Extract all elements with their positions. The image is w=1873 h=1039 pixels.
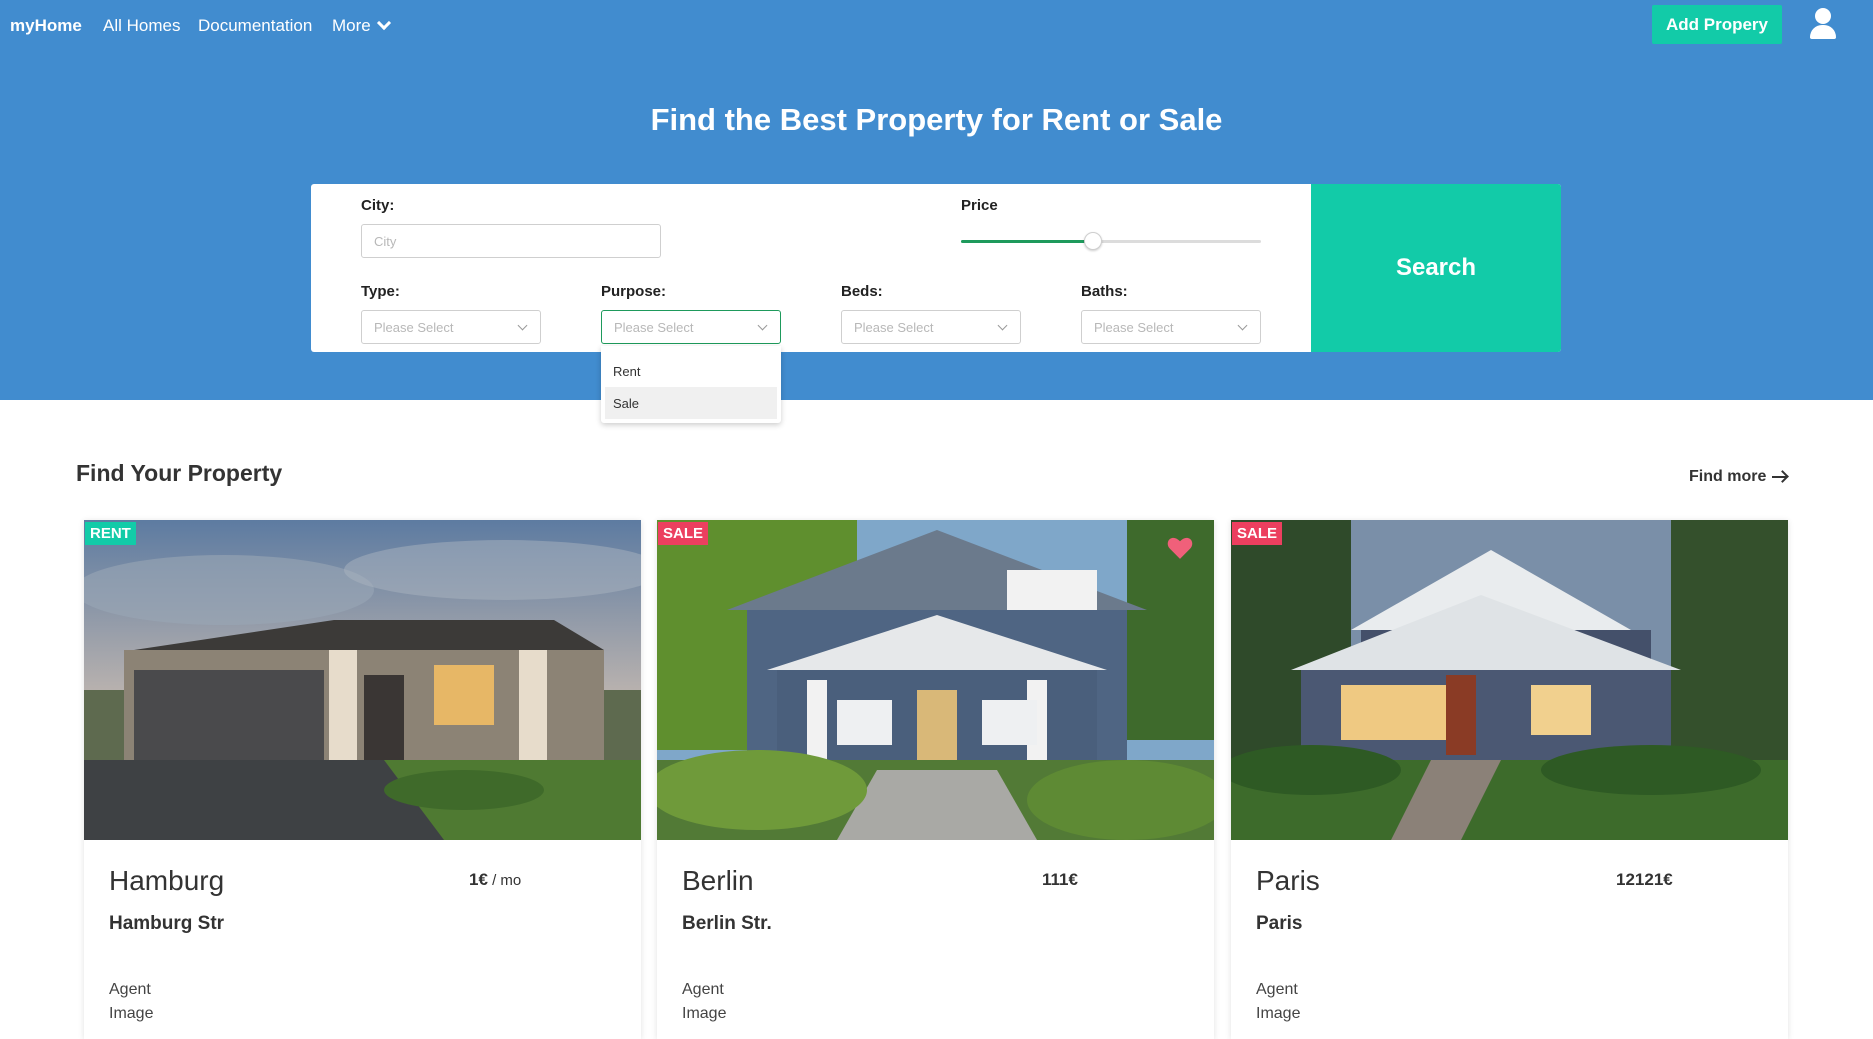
nav-more-menu[interactable]: More	[332, 15, 391, 36]
price-value: 111€	[1042, 870, 1078, 889]
price-slider[interactable]	[961, 232, 1261, 250]
property-card[interactable]: RENT Hamburg 1€ / mo Hamburg Str Agent I…	[84, 520, 641, 1039]
user-icon-head	[1815, 8, 1831, 24]
baths-select-value: Please Select	[1094, 319, 1174, 335]
agent-block: Agent Image	[109, 978, 153, 1026]
agent-image-label: Image	[1256, 1005, 1301, 1022]
price-period: / mo	[487, 872, 522, 889]
price-slider-thumb[interactable]	[1084, 232, 1102, 250]
purpose-select-value: Please Select	[614, 319, 694, 335]
price-value: 12121€	[1616, 870, 1673, 889]
nav-more-label: More	[332, 16, 371, 35]
property-city: Hamburg	[109, 865, 225, 896]
purpose-select[interactable]: Please Select	[601, 310, 781, 344]
chevron-down-icon	[376, 15, 391, 31]
property-price: 1€ / mo	[469, 870, 521, 890]
city-input[interactable]	[361, 224, 661, 258]
sale-badge: SALE	[658, 522, 709, 545]
chevron-down-icon	[517, 320, 528, 331]
property-image[interactable]: RENT	[84, 520, 641, 840]
property-city: Paris	[1256, 865, 1320, 896]
search-button[interactable]: Search	[1311, 184, 1561, 352]
property-price: 12121€	[1616, 870, 1673, 890]
property-image[interactable]: SALE	[657, 520, 1214, 840]
rent-badge: RENT	[85, 522, 136, 545]
hero-banner: myHome All Homes Documentation More Add …	[0, 0, 1873, 400]
sale-badge: SALE	[1232, 522, 1283, 545]
type-select[interactable]: Please Select	[361, 310, 541, 344]
brand-logo[interactable]: myHome	[10, 16, 82, 36]
type-label: Type:	[361, 283, 400, 300]
purpose-dropdown-menu: Rent Sale	[601, 346, 781, 423]
purpose-option-sale[interactable]: Sale	[605, 387, 777, 419]
find-more-label: Find more	[1689, 468, 1767, 485]
baths-select[interactable]: Please Select	[1081, 310, 1261, 344]
add-property-button[interactable]: Add Propery	[1652, 5, 1782, 44]
baths-label: Baths:	[1081, 283, 1128, 300]
price-value: 1€	[469, 870, 488, 889]
beds-select-value: Please Select	[854, 319, 934, 335]
purpose-option-rent[interactable]: Rent	[605, 355, 777, 387]
nav-link-documentation[interactable]: Documentation	[198, 16, 312, 36]
property-card[interactable]: SALE Berlin 111€ Berlin Str. Agent Image	[657, 520, 1214, 1039]
agent-label: Agent	[1256, 981, 1298, 998]
purpose-label: Purpose:	[601, 283, 667, 300]
property-street: Hamburg Str	[109, 913, 225, 934]
property-price: 111€	[1042, 870, 1078, 890]
beds-label: Beds:	[841, 283, 883, 300]
user-icon-body	[1810, 25, 1836, 39]
agent-label: Agent	[109, 981, 151, 998]
city-label: City:	[361, 197, 395, 214]
find-more-link[interactable]: Find more	[1689, 468, 1787, 486]
property-card[interactable]: SALE Paris 12121€ Paris Agent Image	[1231, 520, 1788, 1039]
agent-block: Agent Image	[1256, 978, 1300, 1026]
user-account-icon[interactable]	[1808, 6, 1838, 40]
chevron-down-icon	[757, 320, 768, 331]
heart-icon[interactable]	[1167, 536, 1193, 560]
property-street: Paris	[1256, 913, 1303, 934]
price-slider-fill	[961, 240, 1093, 243]
property-street: Berlin Str.	[682, 913, 772, 934]
property-image[interactable]: SALE	[1231, 520, 1788, 840]
agent-image-label: Image	[109, 1005, 154, 1022]
price-label: Price	[961, 197, 998, 214]
nav-link-all-homes[interactable]: All Homes	[103, 16, 180, 36]
property-city: Berlin	[682, 865, 754, 896]
section-title: Find Your Property	[76, 460, 283, 486]
top-navbar: myHome All Homes Documentation More Add …	[0, 0, 1873, 50]
hero-title: Find the Best Property for Rent or Sale	[650, 102, 1223, 137]
agent-image-label: Image	[682, 1005, 727, 1022]
arrow-right-icon	[1772, 476, 1787, 478]
type-select-value: Please Select	[374, 319, 454, 335]
agent-block: Agent Image	[682, 978, 726, 1026]
chevron-down-icon	[1237, 320, 1248, 331]
beds-select[interactable]: Please Select	[841, 310, 1021, 344]
chevron-down-icon	[997, 320, 1008, 331]
agent-label: Agent	[682, 981, 724, 998]
